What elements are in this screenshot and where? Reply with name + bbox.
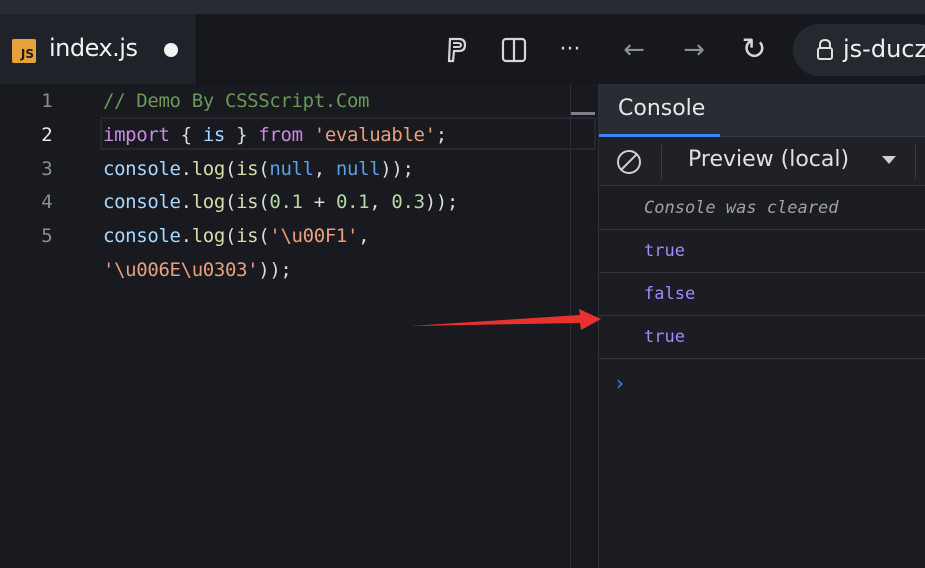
clear-console-icon[interactable]: [616, 149, 642, 175]
chevron-down-icon[interactable]: [882, 156, 896, 164]
tab-filename: index.js: [49, 34, 138, 62]
js-file-icon: JS: [12, 39, 36, 63]
console-message-text: Console was cleared: [644, 198, 839, 218]
code-editor[interactable]: 1 2 3 4 5 // Demo By CSSScript.Com impor…: [0, 84, 597, 568]
url-text: js-ducz: [843, 35, 925, 63]
toolbar-divider: [661, 145, 662, 179]
tab-console[interactable]: Console: [618, 96, 705, 121]
reload-button[interactable]: ↻: [734, 28, 774, 72]
address-bar[interactable]: js-ducz: [793, 24, 925, 76]
editor-scroll-gutter: [570, 84, 571, 568]
console-tab-bar: Console: [599, 84, 925, 137]
code-line-3: console.log(is(null, null));: [103, 158, 414, 180]
code-line-5-wrap: '\u006E\u0303'));: [103, 259, 292, 281]
lock-icon: [817, 38, 833, 60]
console-message-text: true: [644, 327, 685, 347]
editor-tab-bar: JS index.js ··· ← → ↻ js-ducz: [0, 14, 925, 84]
console-panel: Console Preview (local) Console was clea…: [598, 84, 925, 568]
console-prompt-chevron-icon[interactable]: ›: [616, 371, 624, 395]
console-message: true: [599, 230, 925, 273]
tab-index-js[interactable]: JS index.js: [0, 14, 197, 84]
line-number: 4: [41, 191, 53, 213]
forward-button[interactable]: →: [674, 28, 714, 72]
toolbar-divider: [915, 145, 916, 179]
window-top-strip: [0, 0, 925, 14]
console-toolbar: Preview (local): [599, 137, 925, 186]
console-message-text: false: [644, 284, 696, 304]
paypal-p-icon[interactable]: [442, 28, 472, 72]
back-button[interactable]: ←: [614, 28, 654, 72]
split-view-icon[interactable]: [498, 28, 530, 72]
console-message: Console was cleared: [599, 187, 925, 230]
more-options-button[interactable]: ···: [553, 28, 587, 72]
console-message: true: [599, 316, 925, 359]
console-message: false: [599, 273, 925, 316]
line-number: 3: [41, 158, 53, 180]
context-select[interactable]: Preview (local): [688, 147, 849, 172]
line-number: 5: [41, 225, 53, 247]
scrollbar-marker[interactable]: [571, 112, 595, 115]
code-line-2: import { is } from 'evaluable';: [103, 124, 447, 146]
line-number: 2: [41, 124, 53, 146]
code-line-1: // Demo By CSSScript.Com: [103, 90, 369, 112]
line-number: 1: [41, 90, 53, 112]
console-message-text: true: [644, 241, 685, 261]
unsaved-dot-icon[interactable]: [164, 43, 178, 57]
code-comment: // Demo By CSSScript.Com: [103, 90, 370, 112]
code-line-5: console.log(is('\u00F1',: [103, 225, 370, 247]
code-line-4: console.log(is(0.1 + 0.1, 0.3));: [103, 191, 458, 213]
